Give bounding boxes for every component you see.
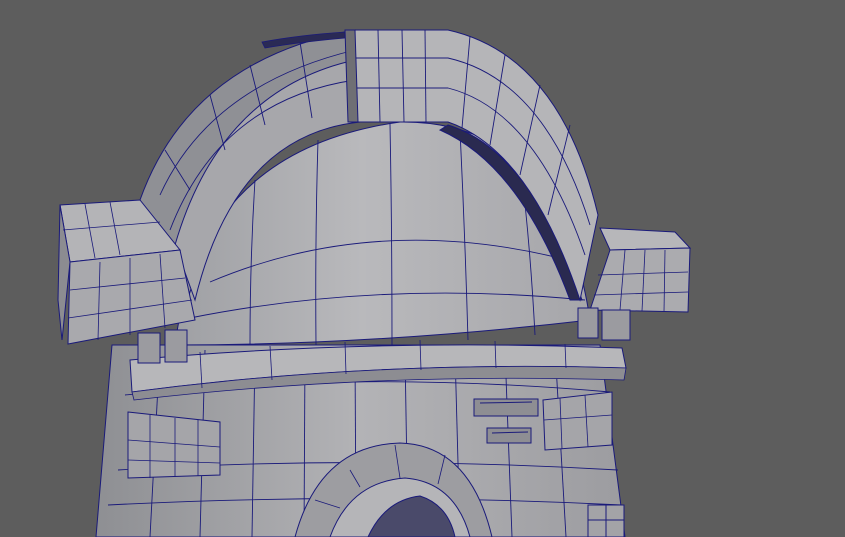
viewport-canvas[interactable]	[0, 0, 845, 537]
right-panel	[542, 391, 613, 451]
right-bracket	[589, 227, 692, 313]
right-lower-blocks	[587, 504, 625, 537]
left-panel	[127, 411, 221, 479]
3d-viewport[interactable]	[0, 0, 845, 537]
